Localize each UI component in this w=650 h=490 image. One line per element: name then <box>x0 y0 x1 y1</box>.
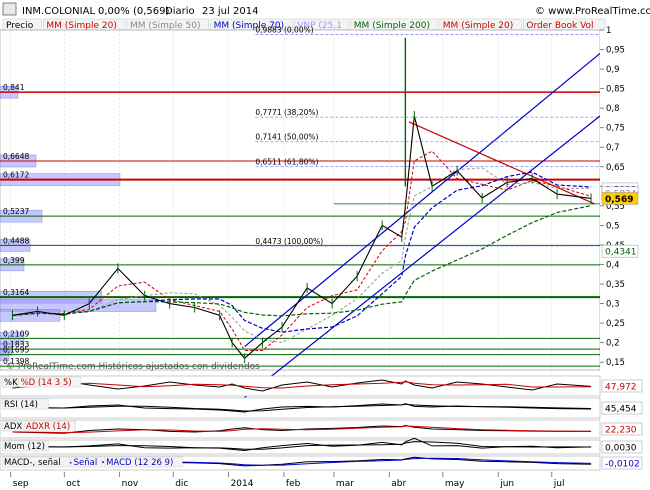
level-label-3: 0,5237 <box>3 207 29 216</box>
indicator-label-0-1: %D (14 3 5) <box>21 378 72 388</box>
price-tick-label-5: 0,75 <box>606 124 625 134</box>
period-label: Diario <box>165 6 195 17</box>
indicator-label-4-2: MACD (12 26 9) <box>106 458 173 468</box>
indicator-label-2-1: ADXR (14) <box>26 422 70 432</box>
tag-sma200: 0,4341 <box>605 248 637 258</box>
legend-item-5: MM (Simple 200) <box>354 21 430 31</box>
price-tick-label-16: 0,2 <box>606 339 620 349</box>
time-label-5: feb <box>286 479 301 489</box>
price-tick-label-1: 0,95 <box>606 46 625 56</box>
indicator-label-3-0: Mom (12) <box>4 442 45 452</box>
legend-item-0: Precio <box>6 21 34 31</box>
price-tick-label-4: 0,8 <box>606 104 620 114</box>
time-axis: sep oct nov dic 2014 feb mar abr may jun jul <box>10 472 565 489</box>
indicator-value-3: 0,0030 <box>605 444 637 454</box>
indicator-value-2: 22,230 <box>605 426 637 436</box>
fib-label-4: 0,4473 (100,00%) <box>255 237 323 246</box>
time-label-1: oct <box>66 479 80 489</box>
change-label: 0,00% (0,569) <box>98 6 169 17</box>
indicator-value-0: 47,972 <box>605 383 637 393</box>
volume-profile-bar-8 <box>0 309 61 322</box>
price-tick-label-12: 0,4 <box>606 260 620 270</box>
time-label-3: dic <box>175 479 188 489</box>
chart-icon[interactable] <box>2 2 17 16</box>
indicator-label-4-1: Señal <box>74 458 98 468</box>
price-tick-label-17: 0,15 <box>606 358 625 368</box>
level-label-1: 0,6648 <box>3 152 29 161</box>
fib-label-2: 0,7141 (50,00%) <box>255 133 318 142</box>
price-tick-label-13: 0,35 <box>606 280 625 290</box>
indicator-label-0-0: %K <box>4 378 18 388</box>
time-label-10: jul <box>553 479 565 489</box>
time-label-8: may <box>445 479 465 489</box>
price-tick-label-10: 0,5 <box>606 221 620 231</box>
level-label-2: 0,6172 <box>3 171 29 180</box>
indicator-frame-0 <box>0 375 601 397</box>
time-label-9: jun <box>499 479 514 489</box>
legend-item-1: MM (Simple 20) <box>46 21 116 31</box>
indicator-panel-2: ADX ADXR (14) 22,230 <box>0 419 643 439</box>
price-tick-label-15: 0,25 <box>606 319 625 329</box>
level-label-7: 0,2109 <box>3 329 29 338</box>
indicator-label-4-0: MACD-, señal <box>4 458 61 468</box>
indicator-value-1: 45,454 <box>605 405 637 415</box>
indicator-panel-0: %K %D (14 3 5) 47,972 <box>0 375 643 397</box>
fib-label-0: 0,9883 (0,00%) <box>255 26 313 35</box>
indicator-panel-3: Mom (12) 0,0030 <box>0 437 643 455</box>
price-tick-label-6: 0,7 <box>606 143 620 153</box>
level-label-0: 0,841 <box>3 83 25 92</box>
time-label-6: mar <box>336 479 354 489</box>
stock-chart: INM.COLONIAL 0,00% (0,569) Diario 23 jul… <box>0 2 650 489</box>
price-tick-label-7: 0,65 <box>606 163 625 173</box>
legend-item-7: Order Book Vol <box>526 21 593 31</box>
indicator-panels: %K %D (14 3 5) 47,972 RSI (14) 45,454 ADX ADXR… <box>0 375 643 471</box>
level-label-6: 0,3164 <box>3 288 29 297</box>
price-tick-label-3: 0,85 <box>606 85 625 95</box>
legend-item-2: MM (Simple 50) <box>130 21 200 31</box>
indicator-panel-1: RSI (14) 45,454 <box>0 397 643 419</box>
price-tick-label-2: 0,9 <box>606 65 620 75</box>
time-label-4: 2014 <box>231 479 254 489</box>
brand-label: © www.ProRealTime.com <box>535 6 650 17</box>
indicator-label-2-0: ADX <box>4 422 22 432</box>
level-label-4: 0,4488 <box>3 236 29 245</box>
time-label-7: abr <box>391 479 406 489</box>
fib-label-1: 0,7771 (38,20%) <box>255 108 318 117</box>
time-label-0: sep <box>13 479 29 489</box>
legend-item-6: MM (Simple 20) <box>443 21 513 31</box>
indicator-panel-4: MACD-, señal Señal MACD (12 26 9) -0,0102 <box>0 455 643 471</box>
ticker-label: INM.COLONIAL <box>22 6 95 17</box>
price-tick-label-14: 0,3 <box>606 300 620 310</box>
price-tick-label-0: 1 <box>606 26 611 36</box>
level-label-9: 0,1695 <box>3 346 29 355</box>
date-label: 23 jul 2014 <box>202 6 258 17</box>
indicator-label-1-0: RSI (14) <box>4 400 38 410</box>
level-label-5: 0,399 <box>3 256 25 265</box>
time-label-2: nov <box>122 479 139 489</box>
fib-label-3: 0,6511 (61,80%) <box>255 157 318 166</box>
current-price-tag: 0,569 <box>605 195 633 205</box>
watermark: © ProRealTime.com Históricos ajustados c… <box>6 361 260 372</box>
main-plot-area <box>0 29 601 371</box>
price-axis: 10,950,90,850,80,750,70,650,60,550,50,45… <box>600 26 650 370</box>
indicator-value-4: -0,0102 <box>605 460 640 470</box>
